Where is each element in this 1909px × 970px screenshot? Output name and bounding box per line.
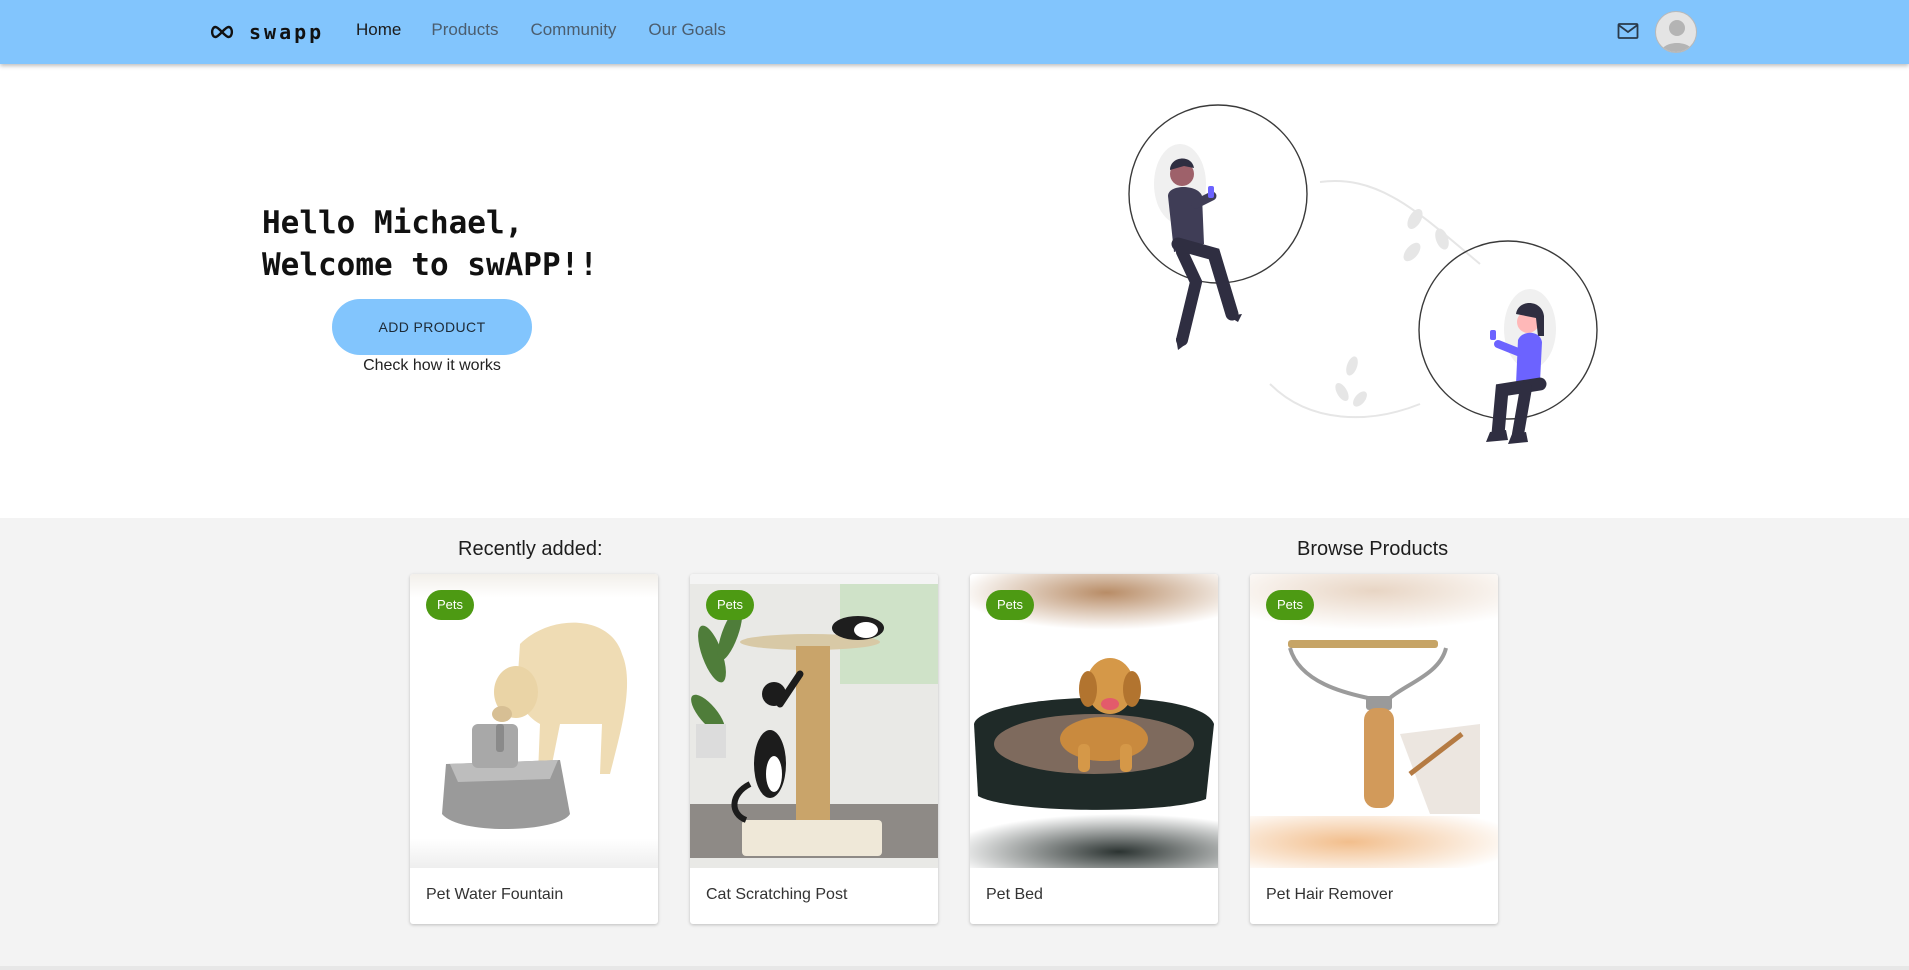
greeting-line-1: Hello Michael, (262, 205, 524, 241)
hero-section: Hello Michael, Welcome to swAPP!! ADD PR… (0, 64, 1909, 518)
brand-logo[interactable]: swapp (209, 18, 324, 46)
footer-edge (0, 966, 1909, 970)
product-name: Pet Water Fountain (426, 886, 564, 903)
category-chip: Pets (426, 590, 475, 620)
top-navbar: swapp Home Products Community Our Goals (0, 0, 1909, 64)
product-card-pet-hair-remover[interactable]: Pets Pet Hair Remover (1250, 574, 1498, 924)
user-avatar-icon (1661, 20, 1693, 52)
product-name: Pet Hair Remover (1266, 886, 1394, 903)
nav-home[interactable]: Home (356, 20, 401, 40)
product-card-cat-scratching-post[interactable]: Pets Cat Scratching Post (690, 574, 938, 924)
mail-icon[interactable] (1617, 22, 1639, 40)
nav-products[interactable]: Products (431, 20, 498, 40)
how-it-works-link[interactable]: Check how it works (332, 357, 532, 375)
category-chip: Pets (1266, 590, 1315, 620)
greeting-line-2: Welcome to swAPP!! (262, 247, 598, 283)
nav-community[interactable]: Community (530, 20, 616, 40)
greeting-heading: Hello Michael, Welcome to swAPP!! (262, 202, 598, 286)
people-on-phones-illustration (1128, 104, 1598, 444)
recently-added-title: Recently added: (458, 538, 603, 560)
user-avatar-button[interactable] (1655, 11, 1697, 53)
add-product-button[interactable]: ADD PRODUCT (332, 299, 532, 355)
product-name: Cat Scratching Post (706, 886, 848, 903)
main-nav: Home Products Community Our Goals (356, 20, 758, 40)
product-name: Pet Bed (986, 886, 1043, 903)
browse-products-link[interactable]: Browse Products (1297, 538, 1448, 561)
infinity-icon (210, 25, 234, 39)
category-chip: Pets (706, 590, 755, 620)
category-chip: Pets (986, 590, 1035, 620)
product-card-pet-bed[interactable]: Pets Pet Bed (970, 574, 1218, 924)
brand-name: swapp (249, 20, 325, 44)
nav-our-goals[interactable]: Our Goals (648, 20, 725, 40)
product-card-pet-water-fountain[interactable]: Pets Pet Water Fountain (410, 574, 658, 924)
